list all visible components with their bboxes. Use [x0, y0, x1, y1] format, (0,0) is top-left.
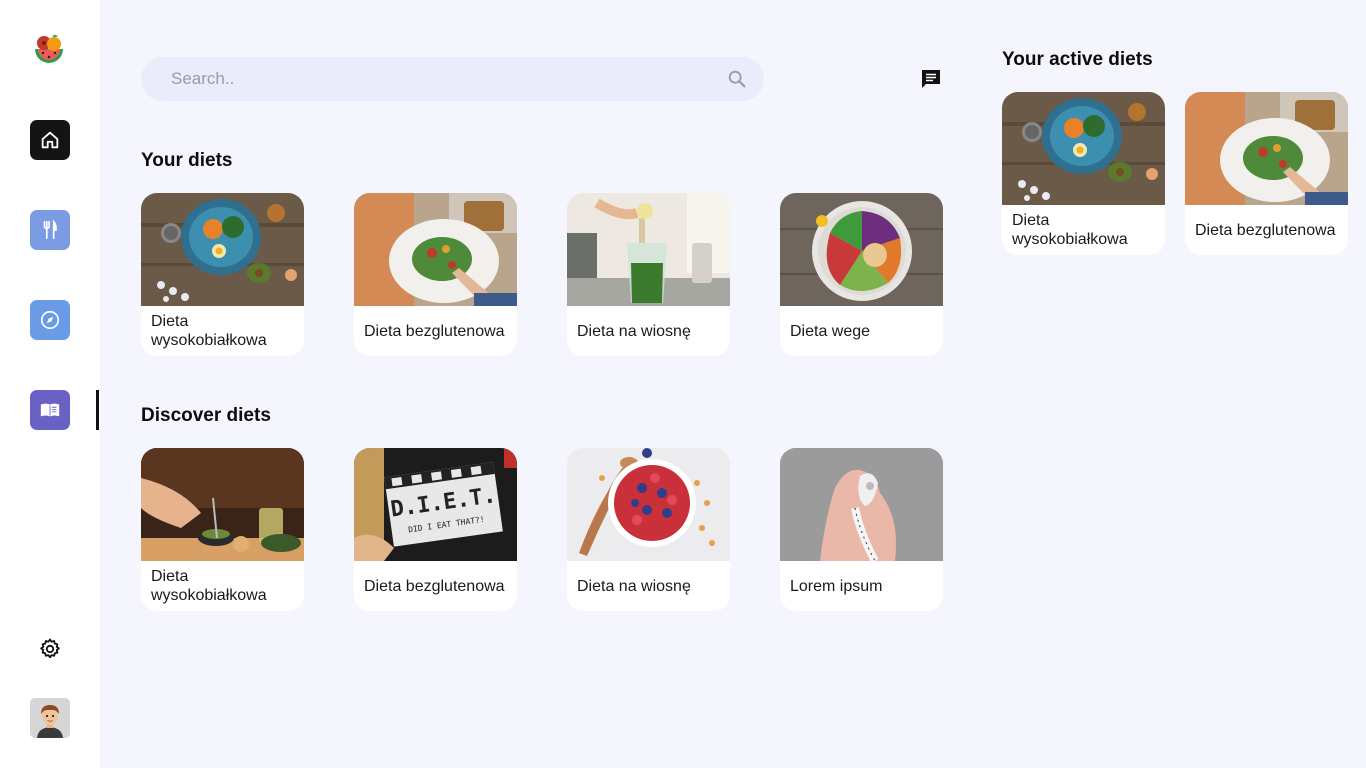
sidebar: [0, 0, 100, 768]
search-input[interactable]: [141, 57, 764, 101]
user-avatar[interactable]: [30, 698, 70, 738]
diet-card[interactable]: Dieta wege: [780, 193, 943, 356]
diet-image: [1185, 92, 1348, 205]
diet-card-label: Dieta wysokobiałkowa: [1012, 212, 1128, 248]
home-icon: [41, 131, 59, 149]
diet-card-label: Dieta bezglutenowa: [1195, 221, 1336, 239]
diet-image: [780, 193, 943, 306]
settings-button[interactable]: [38, 637, 62, 661]
diet-card[interactable]: Dieta bezglutenowa: [354, 193, 517, 356]
diet-card[interactable]: D.I.E.T. DID I EAT THAT?! Dieta bezglute…: [354, 448, 517, 611]
diet-card[interactable]: Dieta na wiosnę: [567, 193, 730, 356]
diet-card-label: Lorem ipsum: [790, 577, 883, 595]
search-icon[interactable]: [726, 68, 748, 90]
app-logo[interactable]: [32, 33, 66, 67]
diet-card[interactable]: Lorem ipsum: [780, 448, 943, 611]
nav-book-button[interactable]: [30, 390, 70, 430]
active-diet-card[interactable]: Dieta wysokobiałkowa: [1002, 92, 1165, 255]
diet-image: [1002, 92, 1165, 205]
diet-card-label: Dieta na wiosnę: [577, 322, 691, 340]
diet-card-label: Dieta bezglutenowa: [364, 322, 505, 340]
diet-card-label: Dieta wysokobiałkowa: [151, 313, 267, 349]
book-icon: [40, 403, 60, 417]
diet-card[interactable]: Dieta wysokobiałkowa: [141, 193, 304, 356]
active-diets-title: Your active diets: [1002, 49, 1153, 70]
diet-card-label: Dieta bezglutenowa: [364, 577, 505, 595]
chat-icon[interactable]: [919, 67, 943, 91]
search-bar: [141, 57, 764, 101]
diet-image: [354, 193, 517, 306]
active-nav-indicator: [96, 390, 99, 430]
diet-image: [780, 448, 943, 561]
diet-image: [141, 448, 304, 561]
diet-image: D.I.E.T. DID I EAT THAT?!: [354, 448, 517, 561]
nav-home-button[interactable]: [30, 120, 70, 160]
diet-card[interactable]: Dieta wysokobiałkowa: [141, 448, 304, 611]
diet-image: [567, 448, 730, 561]
your-diets-title: Your diets: [141, 150, 233, 171]
fork-knife-icon: [43, 219, 57, 240]
discover-diets-title: Discover diets: [141, 405, 271, 426]
compass-icon: [40, 310, 60, 330]
nav-explore-button[interactable]: [30, 300, 70, 340]
diet-card-label: Dieta wege: [790, 322, 871, 340]
diet-image: [567, 193, 730, 306]
diet-card[interactable]: Dieta na wiosnę: [567, 448, 730, 611]
active-diet-card[interactable]: Dieta bezglutenowa: [1185, 92, 1348, 255]
diet-card-label: Dieta wysokobiałkowa: [151, 568, 267, 604]
gear-icon: [40, 638, 60, 659]
nav-food-button[interactable]: [30, 210, 70, 250]
diet-image: [141, 193, 304, 306]
diet-card-label: Dieta na wiosnę: [577, 577, 691, 595]
